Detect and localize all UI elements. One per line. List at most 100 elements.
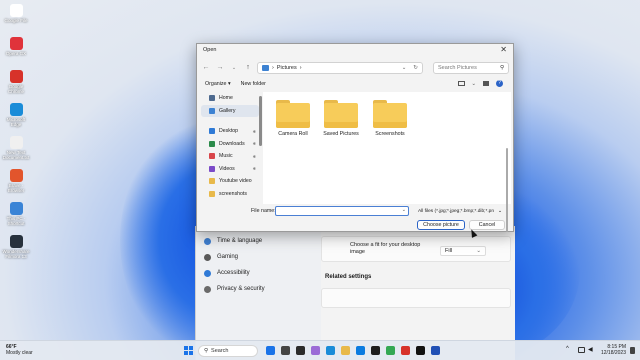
settings-nav-accessibility[interactable]: Accessibility <box>204 266 250 280</box>
sidebar-item-home[interactable]: Home <box>201 92 259 105</box>
fit-dropdown[interactable]: Fill ⌄ <box>440 246 486 256</box>
chevron-down-icon: ⌄ <box>497 208 502 214</box>
taskbar-app-icon[interactable] <box>341 346 350 355</box>
music-icon <box>209 153 215 160</box>
address-bar[interactable]: › Pictures › ⌄ ↻ <box>257 61 423 74</box>
preview-pane-icon[interactable] <box>483 81 489 86</box>
help-icon[interactable]: ? <box>496 80 503 87</box>
desktop-shortcut[interactable]: Google Chrome <box>2 70 30 94</box>
shortcut-icon <box>9 4 23 17</box>
videos-icon <box>209 165 215 172</box>
search-input[interactable]: Search Pictures ⚲ <box>433 61 509 74</box>
back-arrow-icon[interactable]: ← <box>201 64 211 71</box>
sidebar-item-screenshots[interactable]: screenshots <box>201 188 259 201</box>
pin-icon: ✱ <box>252 128 256 134</box>
desktop-shortcut[interactable]: New Text Document.txt <box>2 136 30 160</box>
file-type-select[interactable]: All files (*.jpg;*.jpeg;*.bmp;*.dib;*.pn… <box>416 206 504 216</box>
refresh-icon[interactable]: ↻ <box>413 65 418 71</box>
volume-icon[interactable]: ◀ <box>588 346 593 353</box>
folder-item[interactable]: Saved Pictures <box>319 100 363 137</box>
desktop-shortcut[interactable]: Microsoft Edge <box>2 103 30 127</box>
sidebar-item-gallery[interactable]: Gallery <box>201 104 259 117</box>
sidebar-item-youtube-video[interactable]: Youtube video <box>201 175 259 188</box>
clock[interactable]: 8:15 PM 12/18/2023 <box>601 344 626 356</box>
settings-nav-privacy[interactable]: Privacy & security <box>204 282 265 296</box>
taskbar-app-icon[interactable] <box>281 346 290 355</box>
taskbar-app-icon[interactable] <box>296 346 305 355</box>
breadcrumb-separator: › <box>299 64 302 71</box>
view-options-icon[interactable] <box>457 81 465 86</box>
file-name-input[interactable]: ⌄ <box>275 206 409 216</box>
folder-label: Camera Roll <box>278 131 308 137</box>
shortcut-icon <box>9 202 23 215</box>
taskbar-app-icon[interactable] <box>431 346 440 355</box>
desktop-shortcut[interactable]: Google File <box>2 4 30 23</box>
shield-icon <box>204 285 211 293</box>
date: 12/18/2023 <box>600 350 626 356</box>
related-card[interactable] <box>321 288 511 308</box>
taskbar-search-label: Search <box>211 348 229 354</box>
sidebar-item-videos[interactable]: Videos ✱ <box>201 163 259 176</box>
fit-label: Choose a fit for your desktop image <box>350 242 421 255</box>
desktop-shortcut[interactable]: Brave - Browser <box>2 169 30 193</box>
taskbar-app-icon[interactable] <box>311 346 320 355</box>
organize-button[interactable]: Organize ▾ <box>205 81 231 87</box>
settings-nav-gaming[interactable]: Gaming <box>204 250 238 264</box>
taskbar-app-icon[interactable] <box>266 346 275 355</box>
start-icon[interactable] <box>184 346 193 355</box>
chevron-up-icon[interactable]: ^ <box>566 346 569 352</box>
open-dialog: Open ✕ ← → ⌄ ↑ › Pictures › ⌄ ↻ Search P… <box>196 43 514 232</box>
sidebar-item-label: Desktop <box>219 128 239 135</box>
sidebar-item-label: screenshots <box>219 190 247 197</box>
shortcut-icon <box>9 103 23 116</box>
breadcrumb-pictures[interactable]: Pictures <box>277 65 297 71</box>
desktop-icon <box>209 128 215 135</box>
taskbar-app-icon[interactable] <box>356 346 365 355</box>
taskbar: 66°F Mostly clear ⚲ Search ^ ◀ 8:15 PM 1… <box>0 340 640 360</box>
sidebar-item-desktop[interactable]: Desktop ✱ <box>201 125 259 138</box>
settings-nav-time-language[interactable]: Time & language <box>204 234 262 248</box>
chevron-down-icon[interactable]: ⌄ <box>402 65 407 71</box>
desktop-shortcut[interactable]: Wondershare Filmora 13 <box>2 235 30 259</box>
folder-item[interactable]: Screenshots <box>368 100 412 137</box>
sidebar-item-label: Downloads <box>219 140 245 147</box>
taskbar-app-icon[interactable] <box>401 346 410 355</box>
downloads-icon <box>209 140 215 147</box>
home-icon <box>209 95 215 102</box>
taskbar-app-icon[interactable] <box>326 346 335 355</box>
taskbar-app-icon[interactable] <box>416 346 425 355</box>
up-arrow-icon[interactable]: ↑ <box>243 64 253 71</box>
chevron-down-icon[interactable]: ⌄ <box>402 207 406 213</box>
taskbar-app-icon[interactable] <box>371 346 380 355</box>
command-bar: Organize ▾ New folder ⌄ ? <box>201 77 509 90</box>
desktop-shortcut[interactable]: This PC - Shortcut <box>2 202 30 226</box>
pin-icon: ✱ <box>252 153 256 159</box>
file-name-label: File name: <box>251 208 276 214</box>
sidebar-separator <box>201 117 259 125</box>
shortcut-icon <box>9 235 23 248</box>
taskbar-app-icon[interactable] <box>386 346 395 355</box>
shortcut-icon <box>9 169 23 182</box>
shortcut-label: This PC - Shortcut <box>6 216 26 226</box>
sidebar-item-downloads[interactable]: Downloads ✱ <box>201 138 259 151</box>
forward-arrow-icon[interactable]: → <box>215 64 225 71</box>
navigation-scrollbar[interactable] <box>259 96 262 146</box>
network-icon[interactable] <box>578 347 585 353</box>
choose-picture-button[interactable]: Choose picture <box>417 220 465 230</box>
shortcut-label: New Text Document.txt <box>2 150 30 160</box>
close-icon[interactable]: ✕ <box>500 46 507 54</box>
sidebar-item-music[interactable]: Music ✱ <box>201 150 259 163</box>
shortcut-label: Microsoft Edge <box>6 117 26 127</box>
navigation-pane: Home Gallery Desktop ✱ Downloads ✱ Music ✱ Video… <box>201 92 259 204</box>
sidebar-item-label: Videos <box>219 165 235 172</box>
new-folder-button[interactable]: New folder <box>241 81 266 87</box>
chevron-down-icon[interactable]: ⌄ <box>472 81 476 87</box>
weather-widget[interactable]: 66°F Mostly clear <box>6 344 33 356</box>
chevron-down-icon[interactable]: ⌄ <box>229 65 239 71</box>
pin-icon: ✱ <box>252 166 256 172</box>
notification-icon[interactable] <box>630 347 635 354</box>
taskbar-search[interactable]: ⚲ Search <box>198 345 258 357</box>
folder-item[interactable]: Camera Roll <box>271 100 315 137</box>
desktop-shortcut[interactable]: Opera GX <box>2 37 30 56</box>
dialog-footer: File name: ⌄ All files (*.jpg;*.jpeg;*.b… <box>197 204 513 232</box>
